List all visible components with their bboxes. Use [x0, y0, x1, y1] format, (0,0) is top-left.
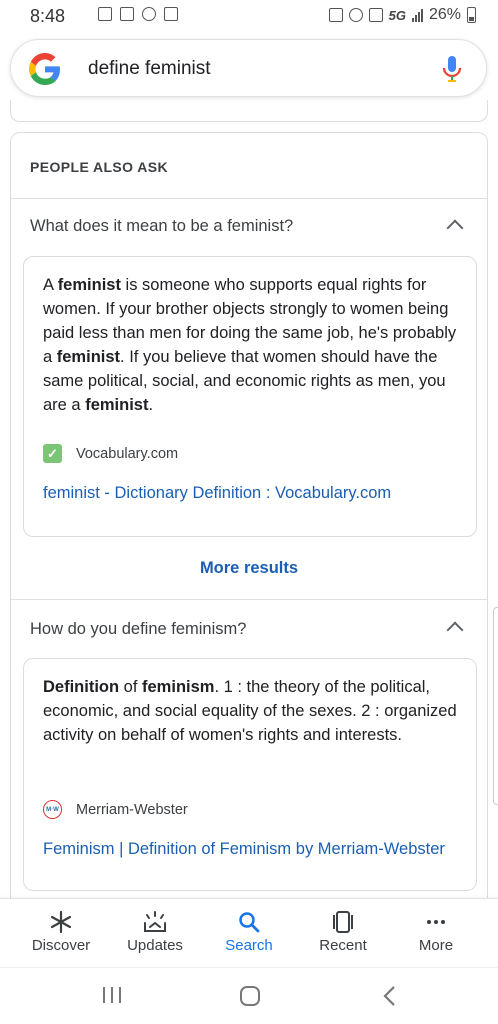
divider	[11, 198, 487, 199]
nav-updates[interactable]: Updates	[108, 909, 202, 954]
source-row[interactable]: M·W Merriam-Webster	[43, 800, 188, 819]
paa-heading: PEOPLE ALSO ASK	[30, 159, 168, 175]
asterisk-icon	[50, 910, 72, 934]
paa-answer-text: Definition of feminism. 1 : the theory o…	[43, 678, 457, 744]
recent-icon	[333, 911, 353, 933]
more-dots-icon	[427, 920, 445, 924]
more-results-button[interactable]: More results	[11, 559, 487, 578]
bottom-navigation: Discover Updates Search Recent More	[0, 898, 498, 967]
status-time: 8:48	[30, 6, 66, 26]
source-name[interactable]: Merriam-Webster	[76, 802, 188, 818]
paa-answer-box: A feminist is someone who supports equal…	[23, 256, 477, 537]
nav-label: Search	[225, 937, 273, 954]
bluetooth-icon	[142, 7, 156, 21]
nav-label: Discover	[31, 937, 91, 954]
nav-label: Recent	[319, 937, 367, 954]
battery-icon	[467, 7, 476, 23]
previous-card-bottom	[10, 100, 488, 122]
chevron-up-icon[interactable]	[446, 621, 464, 639]
source-name[interactable]: Vocabulary.com	[76, 446, 178, 462]
battery-percent: 26%	[428, 6, 461, 23]
nav-discover[interactable]: Discover	[14, 909, 108, 954]
updates-icon	[144, 911, 166, 932]
side-handle[interactable]	[493, 607, 498, 805]
signal-icon	[411, 8, 423, 22]
nav-label: More	[418, 937, 454, 954]
notification-icon	[98, 7, 112, 21]
nfc-icon	[328, 8, 343, 22]
alarm-icon	[348, 8, 363, 22]
result-link[interactable]: Feminism | Definition of Feminism by Mer…	[43, 840, 445, 859]
vocabulary-favicon-icon: ✓	[43, 444, 62, 463]
system-navigation-bar	[0, 967, 498, 1024]
nav-more[interactable]: More	[389, 909, 483, 954]
paa-answer-text: A feminist is someone who supports equal…	[43, 276, 457, 414]
paa-question[interactable]: How do you define feminism?	[30, 620, 246, 639]
translate-icon	[164, 7, 178, 21]
people-also-ask-card: PEOPLE ALSO ASK What does it mean to be …	[10, 132, 488, 912]
nav-search[interactable]: Search	[202, 909, 296, 954]
recent-apps-icon[interactable]	[101, 985, 123, 1005]
google-logo-icon	[29, 53, 60, 85]
nav-recent[interactable]: Recent	[296, 909, 390, 954]
network-type: 5G	[388, 7, 406, 23]
divider	[11, 599, 487, 600]
search-query[interactable]: define feminist	[88, 58, 211, 80]
search-bar[interactable]: define feminist	[10, 39, 487, 97]
chevron-up-icon[interactable]	[446, 219, 464, 237]
status-bar: 8:48 5G 26%	[0, 0, 498, 32]
microphone-icon[interactable]	[442, 55, 462, 83]
result-link[interactable]: feminist - Dictionary Definition : Vocab…	[43, 484, 391, 503]
nav-label: Updates	[127, 937, 183, 954]
source-row[interactable]: ✓ Vocabulary.com	[43, 444, 178, 463]
status-right: 5G 26%	[328, 6, 476, 24]
home-icon[interactable]	[239, 985, 261, 1007]
back-icon[interactable]	[382, 985, 398, 1007]
image-icon	[120, 7, 134, 21]
merriam-webster-favicon-icon: M·W	[43, 800, 62, 819]
paa-question[interactable]: What does it mean to be a feminist?	[30, 217, 293, 236]
mute-icon	[368, 8, 383, 22]
search-icon	[239, 912, 260, 933]
notification-icons	[98, 7, 178, 21]
paa-answer-box: Definition of feminism. 1 : the theory o…	[23, 658, 477, 891]
